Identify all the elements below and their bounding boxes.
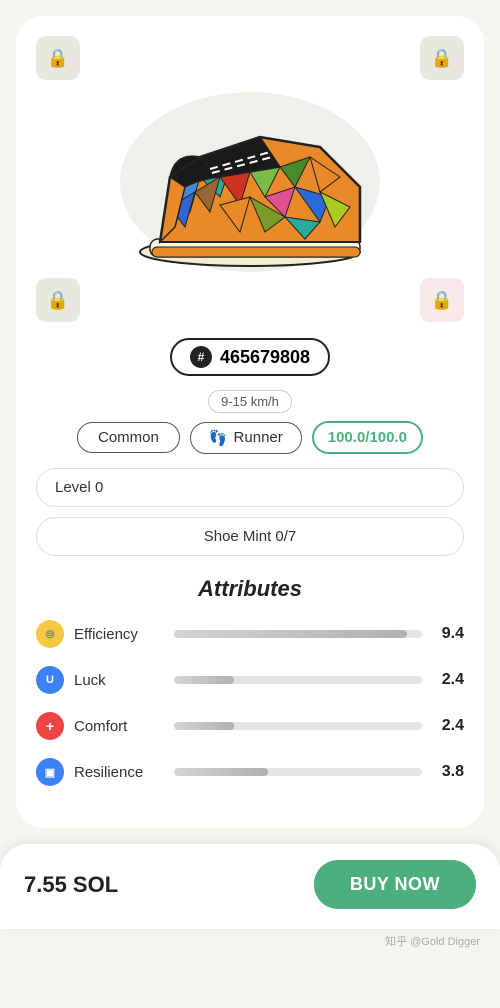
- top-right-lock-icon: 🔒: [420, 36, 464, 80]
- resilience-bar-bg: [174, 768, 422, 776]
- shoe-background: [120, 92, 380, 272]
- attributes-title: Attributes: [36, 576, 464, 602]
- luck-bar-bg: [174, 676, 422, 684]
- luck-label: Luck: [74, 672, 164, 689]
- efficiency-value: 9.4: [432, 625, 464, 643]
- resilience-value: 3.8: [432, 763, 464, 781]
- efficiency-label: Efficiency: [74, 626, 164, 643]
- durability-tag: 100.0/100.0: [312, 421, 423, 454]
- bottom-bar: 7.55 SOL BUY NOW: [0, 844, 500, 929]
- attribute-row-resilience: ▣ Resilience 3.8: [36, 758, 464, 786]
- attribute-row-luck: U Luck 2.4: [36, 666, 464, 694]
- comfort-bar-fill: [174, 722, 234, 730]
- comfort-label: Comfort: [74, 718, 164, 735]
- runner-icon: 👣: [209, 429, 228, 447]
- efficiency-icon: ⊜: [36, 620, 64, 648]
- shoe-image-area: [36, 84, 464, 288]
- attribute-row-efficiency: ⊜ Efficiency 9.4: [36, 620, 464, 648]
- token-id-row: # 465679808: [36, 338, 464, 376]
- top-left-lock-icon: 🔒: [36, 36, 80, 80]
- tags-section: 9-15 km/h Common 👣 Runner 100.0/100.0: [36, 390, 464, 454]
- resilience-label: Resilience: [74, 764, 164, 781]
- luck-bar-fill: [174, 676, 234, 684]
- efficiency-bar-fill: [174, 630, 407, 638]
- attribute-row-comfort: + Comfort 2.4: [36, 712, 464, 740]
- speed-badge: 9-15 km/h: [208, 390, 292, 413]
- shoe-svg: [120, 97, 380, 267]
- resilience-icon: ▣: [36, 758, 64, 786]
- type-tag[interactable]: Common: [77, 422, 180, 453]
- buy-now-button[interactable]: BUY NOW: [314, 860, 476, 909]
- watermark-text: 知乎 @Gold Digger: [0, 929, 500, 957]
- token-id-text: 465679808: [220, 347, 310, 368]
- luck-value: 2.4: [432, 671, 464, 689]
- token-id-badge: # 465679808: [170, 338, 330, 376]
- level-bar: Level 0: [36, 468, 464, 507]
- runner-label: Runner: [234, 429, 283, 446]
- shoe-mint-bar: Shoe Mint 0/7: [36, 517, 464, 556]
- price-text: 7.55 SOL: [24, 872, 118, 898]
- product-card: 🔒 🔒: [16, 16, 484, 828]
- attributes-section: Attributes ⊜ Efficiency 9.4 U Luck 2.4: [36, 576, 464, 786]
- luck-icon: U: [36, 666, 64, 694]
- comfort-value: 2.4: [432, 717, 464, 735]
- runner-tag[interactable]: 👣 Runner: [190, 422, 302, 454]
- hash-icon: #: [190, 346, 212, 368]
- top-corner-locks: 🔒 🔒: [36, 36, 464, 80]
- comfort-bar-bg: [174, 722, 422, 730]
- tags-row: Common 👣 Runner 100.0/100.0: [77, 421, 423, 454]
- efficiency-bar-bg: [174, 630, 422, 638]
- resilience-bar-fill: [174, 768, 268, 776]
- comfort-icon: +: [36, 712, 64, 740]
